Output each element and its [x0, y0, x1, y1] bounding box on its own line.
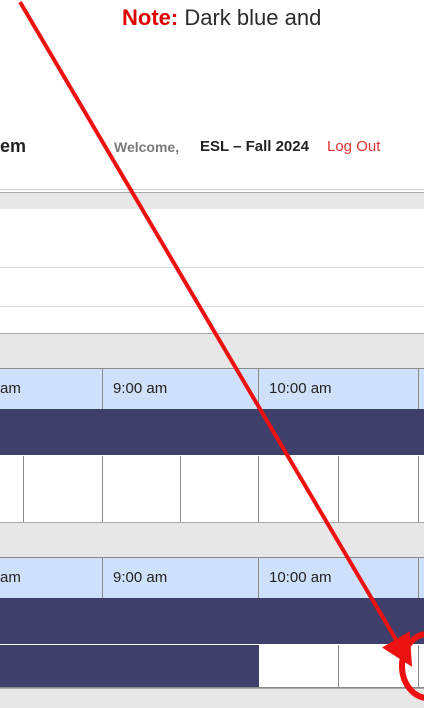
highlight-circle [399, 631, 424, 701]
annotation-overlay [18, 0, 424, 701]
arrow-annotation [18, 0, 413, 667]
